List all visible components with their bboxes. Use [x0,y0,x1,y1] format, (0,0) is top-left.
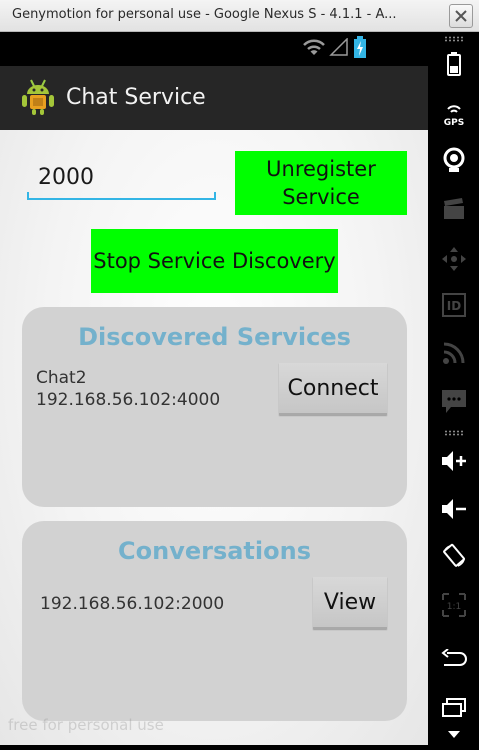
port-input[interactable]: 2000 [27,160,216,200]
input-underline-tick-left [27,192,29,198]
view-button[interactable]: View [313,577,387,629]
port-input-value: 2000 [38,165,94,190]
volume-up-icon[interactable] [428,441,479,481]
emulator-toolbar: GPS ID 1:1 [428,32,479,745]
id-icon[interactable]: ID [428,285,479,325]
battery-icon[interactable] [428,44,479,84]
service-name: Chat2 [36,368,87,388]
window-title: Genymotion for personal use - Google Nex… [12,7,397,22]
video-icon[interactable] [428,189,479,229]
svg-text:1:1: 1:1 [446,602,460,612]
action-bar: Chat Service [0,66,428,130]
discovered-services-title: Discovered Services [78,323,351,351]
svg-text:GPS: GPS [443,118,463,127]
app-title: Chat Service [66,85,206,110]
phone-screen: Chat Service 2000 Unregister Service Sto… [0,32,428,745]
android-robot-icon [22,79,54,115]
gps-icon[interactable]: GPS [428,94,479,134]
camera-icon[interactable] [428,140,479,180]
close-icon [455,10,467,22]
wifi-icon [303,39,325,55]
dpad-icon[interactable] [428,239,479,279]
watermark: free for personal use [8,716,164,734]
svg-text:ID: ID [446,299,460,313]
back-icon[interactable] [428,638,479,678]
connect-button[interactable]: Connect [279,363,387,415]
conversations-title: Conversations [118,537,311,565]
toolbar-grip-middle [444,430,463,436]
signal-icon [329,38,348,56]
close-window-button[interactable] [449,4,473,28]
window-titlebar: Genymotion for personal use - Google Nex… [0,0,479,32]
battery-charging-icon [354,36,366,58]
input-underline-tick-right [214,192,216,198]
toolbar-grip-top [444,36,463,42]
stop-service-discovery-button[interactable]: Stop Service Discovery [91,229,338,293]
rss-icon[interactable] [428,333,479,373]
unregister-service-button[interactable]: Unregister Service [235,151,407,215]
service-address: 192.168.56.102:4000 [36,390,221,410]
sms-icon[interactable] [428,381,479,421]
conversations-panel: Conversations 192.168.56.102:2000 View [22,521,407,721]
conversation-address: 192.168.56.102:2000 [40,594,225,614]
scale-icon[interactable]: 1:1 [428,585,479,625]
volume-down-icon[interactable] [428,489,479,529]
discovered-services-panel: Discovered Services Chat2 192.168.56.102… [22,307,407,507]
menu-icon[interactable] [428,720,479,750]
status-bar [0,32,428,66]
rotate-icon[interactable] [428,536,479,576]
